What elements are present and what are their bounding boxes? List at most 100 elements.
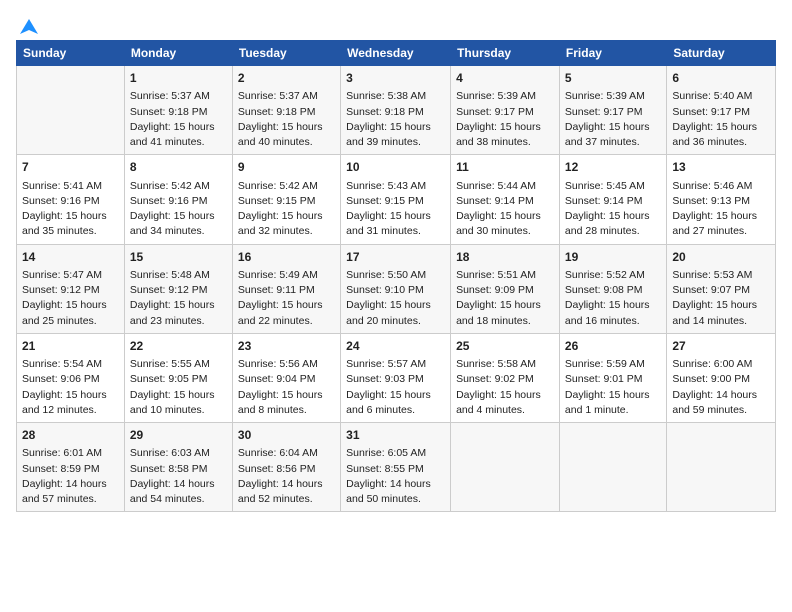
day-number: 6 [672, 70, 770, 87]
day-info: Daylight: 15 hours [672, 298, 770, 313]
header-cell-saturday: Saturday [667, 41, 776, 66]
calendar-body: 1Sunrise: 5:37 AMSunset: 9:18 PMDaylight… [17, 66, 776, 512]
calendar-cell: 12Sunrise: 5:45 AMSunset: 9:14 PMDayligh… [559, 155, 666, 244]
day-info: Daylight: 15 hours [346, 209, 445, 224]
day-info: Sunrise: 5:42 AM [238, 179, 335, 194]
day-info: and 30 minutes. [456, 224, 554, 239]
calendar-cell: 3Sunrise: 5:38 AMSunset: 9:18 PMDaylight… [341, 66, 451, 155]
day-info: Daylight: 15 hours [238, 209, 335, 224]
day-number: 19 [565, 249, 661, 266]
day-number: 15 [130, 249, 227, 266]
calendar-cell [559, 423, 666, 512]
calendar-cell [451, 423, 560, 512]
day-info: Sunrise: 5:55 AM [130, 357, 227, 372]
day-info: Sunrise: 5:59 AM [565, 357, 661, 372]
calendar-table: SundayMondayTuesdayWednesdayThursdayFrid… [16, 40, 776, 512]
day-info: Sunset: 9:10 PM [346, 283, 445, 298]
day-info: Sunset: 9:18 PM [346, 105, 445, 120]
week-row-1: 1Sunrise: 5:37 AMSunset: 9:18 PMDaylight… [17, 66, 776, 155]
day-number: 5 [565, 70, 661, 87]
day-info: Sunset: 9:09 PM [456, 283, 554, 298]
day-info: and 38 minutes. [456, 135, 554, 150]
day-info: and 34 minutes. [130, 224, 227, 239]
day-info: and 18 minutes. [456, 314, 554, 329]
calendar-cell: 17Sunrise: 5:50 AMSunset: 9:10 PMDayligh… [341, 244, 451, 333]
day-info: Sunset: 9:00 PM [672, 372, 770, 387]
day-info: Daylight: 15 hours [346, 388, 445, 403]
week-row-2: 7Sunrise: 5:41 AMSunset: 9:16 PMDaylight… [17, 155, 776, 244]
day-info: Sunset: 9:12 PM [22, 283, 119, 298]
day-info: and 22 minutes. [238, 314, 335, 329]
day-number: 4 [456, 70, 554, 87]
header-cell-tuesday: Tuesday [232, 41, 340, 66]
day-info: Sunrise: 5:38 AM [346, 89, 445, 104]
day-number: 2 [238, 70, 335, 87]
day-info: and 8 minutes. [238, 403, 335, 418]
day-info: Sunset: 9:17 PM [672, 105, 770, 120]
day-info: and 31 minutes. [346, 224, 445, 239]
day-number: 18 [456, 249, 554, 266]
day-info: and 14 minutes. [672, 314, 770, 329]
day-info: Daylight: 15 hours [130, 298, 227, 313]
calendar-cell: 6 Sunrise: 5:40 AMSunset: 9:17 PMDaylight… [667, 66, 776, 155]
day-number: 16 [238, 249, 335, 266]
day-number: 31 [346, 427, 445, 444]
day-info: and 12 minutes. [22, 403, 119, 418]
day-info: and 50 minutes. [346, 492, 445, 507]
day-number: 20 [672, 249, 770, 266]
calendar-cell [17, 66, 125, 155]
day-info: Daylight: 15 hours [672, 120, 770, 135]
day-info: Sunrise: 5:44 AM [456, 179, 554, 194]
logo-icon [18, 16, 40, 38]
day-info: Sunset: 9:04 PM [238, 372, 335, 387]
calendar-cell: 9Sunrise: 5:42 AMSunset: 9:15 PMDaylight… [232, 155, 340, 244]
calendar-cell: 1Sunrise: 5:37 AMSunset: 9:18 PMDaylight… [124, 66, 232, 155]
day-info: Daylight: 15 hours [22, 209, 119, 224]
day-info: Sunrise: 5:41 AM [22, 179, 119, 194]
day-info: Daylight: 14 hours [238, 477, 335, 492]
calendar-cell: 24Sunrise: 5:57 AMSunset: 9:03 PMDayligh… [341, 333, 451, 422]
calendar-cell: 14Sunrise: 5:47 AMSunset: 9:12 PMDayligh… [17, 244, 125, 333]
day-info: and 35 minutes. [22, 224, 119, 239]
calendar-cell: 26Sunrise: 5:59 AMSunset: 9:01 PMDayligh… [559, 333, 666, 422]
day-info: Sunrise: 5:51 AM [456, 268, 554, 283]
day-info: Sunrise: 5:47 AM [22, 268, 119, 283]
day-info: Sunrise: 5:39 AM [565, 89, 661, 104]
day-info: Sunrise: 5:46 AM [672, 179, 770, 194]
day-info: Sunset: 9:05 PM [130, 372, 227, 387]
day-info: Sunrise: 5:42 AM [130, 179, 227, 194]
day-info: Sunset: 9:14 PM [565, 194, 661, 209]
day-info: Sunrise: 5:37 AM [130, 89, 227, 104]
calendar-cell: 18Sunrise: 5:51 AMSunset: 9:09 PMDayligh… [451, 244, 560, 333]
day-info: Sunrise: 5:43 AM [346, 179, 445, 194]
calendar-cell: 4Sunrise: 5:39 AMSunset: 9:17 PMDaylight… [451, 66, 560, 155]
day-info: and 54 minutes. [130, 492, 227, 507]
day-info: and 25 minutes. [22, 314, 119, 329]
day-info: Daylight: 15 hours [22, 388, 119, 403]
day-number: 12 [565, 159, 661, 176]
day-info: Sunset: 9:03 PM [346, 372, 445, 387]
day-info: Sunset: 9:15 PM [346, 194, 445, 209]
day-number: 26 [565, 338, 661, 355]
week-row-4: 21Sunrise: 5:54 AMSunset: 9:06 PMDayligh… [17, 333, 776, 422]
day-number: 23 [238, 338, 335, 355]
header-row: SundayMondayTuesdayWednesdayThursdayFrid… [17, 41, 776, 66]
day-info: Sunset: 8:56 PM [238, 462, 335, 477]
day-info: Sunset: 9:01 PM [565, 372, 661, 387]
week-row-3: 14Sunrise: 5:47 AMSunset: 9:12 PMDayligh… [17, 244, 776, 333]
day-info: Daylight: 15 hours [238, 120, 335, 135]
day-number: 21 [22, 338, 119, 355]
day-number: 11 [456, 159, 554, 176]
day-info: Sunset: 9:06 PM [22, 372, 119, 387]
day-info: Daylight: 15 hours [565, 209, 661, 224]
calendar-cell: 5Sunrise: 5:39 AMSunset: 9:17 PMDaylight… [559, 66, 666, 155]
day-info: and 20 minutes. [346, 314, 445, 329]
day-number: 10 [346, 159, 445, 176]
day-info: and 27 minutes. [672, 224, 770, 239]
calendar-cell: 23Sunrise: 5:56 AMSunset: 9:04 PMDayligh… [232, 333, 340, 422]
day-info: Daylight: 15 hours [456, 120, 554, 135]
day-info: Sunrise: 5:40 AM [672, 89, 770, 104]
day-number: 24 [346, 338, 445, 355]
day-info: and 28 minutes. [565, 224, 661, 239]
day-info: and 41 minutes. [130, 135, 227, 150]
